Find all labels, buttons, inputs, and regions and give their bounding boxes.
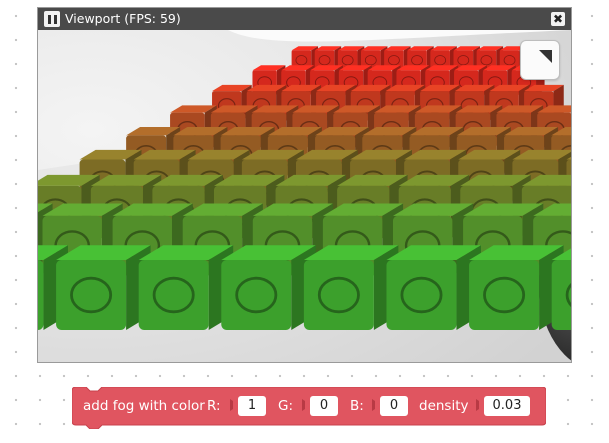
- b-label: B:: [350, 398, 364, 414]
- b-value-field[interactable]: 0: [380, 396, 408, 416]
- cube: [386, 245, 481, 330]
- viewport-title: Viewport (FPS: 59): [65, 11, 181, 26]
- expand-corner-icon[interactable]: [520, 40, 560, 80]
- add-fog-block[interactable]: add fog with color R: 1 G: 0 B: 0 densit…: [72, 387, 546, 429]
- density-value-field[interactable]: 0.03: [484, 396, 530, 416]
- close-icon[interactable]: ✖: [551, 12, 565, 26]
- cube: [138, 245, 234, 330]
- pause-icon[interactable]: [44, 11, 60, 27]
- r-label: R:: [207, 398, 221, 414]
- 3d-scene-canvas[interactable]: [38, 30, 571, 362]
- block-label: add fog with color: [83, 398, 205, 414]
- cube: [469, 245, 564, 330]
- g-label: G:: [278, 398, 294, 414]
- g-value-field[interactable]: 0: [310, 396, 338, 416]
- density-label: density: [419, 398, 469, 414]
- viewport-titlebar[interactable]: Viewport (FPS: 59) ✖: [38, 8, 571, 30]
- cube: [303, 245, 399, 330]
- cube: [221, 245, 316, 330]
- viewport-window: Viewport (FPS: 59) ✖: [37, 7, 572, 363]
- r-value-field[interactable]: 1: [238, 396, 266, 416]
- cube: [56, 245, 151, 330]
